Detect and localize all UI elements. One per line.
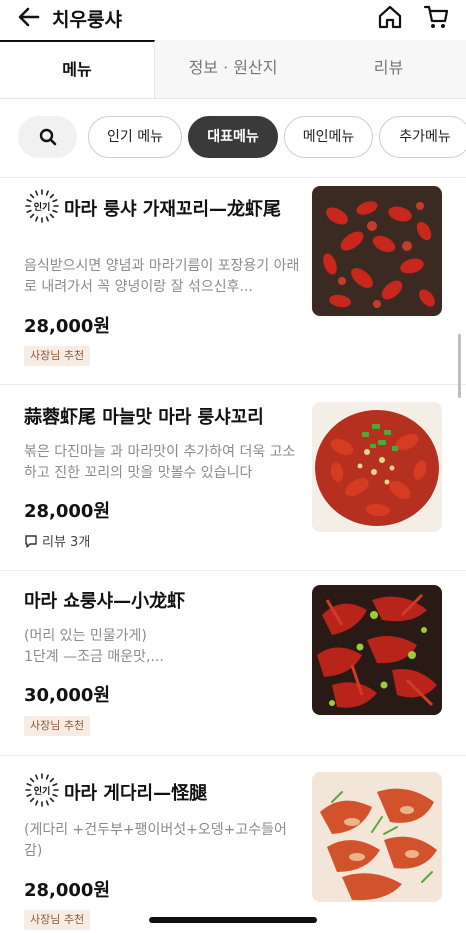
speech-bubble-icon	[25, 535, 37, 548]
home-icon[interactable]	[376, 3, 404, 31]
divider	[0, 384, 466, 385]
owner-recommend-tag: 사장님 추천	[24, 346, 91, 366]
popular-badge-icon: 인기	[25, 189, 59, 223]
top-bar: 치우룽샤	[0, 0, 466, 36]
home-indicator	[149, 917, 317, 923]
menu-item-name: 마라 쇼룽샤—小龙虾	[24, 591, 186, 612]
menu-item-description: (게다리 +건두부+팽이버섯+오뎅+고수들어감)	[24, 822, 287, 859]
garlic-crayfish-tail-photo	[312, 402, 442, 532]
popular-badge-text: 인기	[34, 785, 51, 797]
chip-extra-menu[interactable]: 추가메뉴	[379, 116, 466, 158]
tab-bar: 메뉴 정보 · 원산지 리뷰	[0, 40, 466, 99]
popular-badge-icon: 인기	[25, 773, 59, 807]
chip-popular-menu[interactable]: 인기 메뉴	[88, 116, 182, 158]
menu-item[interactable]: 인기 마라 룽샤 가재꼬리—龙虾尾 음식받으시면 양념과 마라기름이 포장용기 …	[0, 186, 466, 376]
menu-item-description: 볶은 다진마늘 과 마라맛이 추가하여 더욱 고소하고 진한 꼬리의 맛을 맛볼…	[24, 444, 296, 481]
menu-item-price: 28,000원	[24, 880, 111, 901]
category-chips: 인기 메뉴 대표메뉴 메인메뉴 추가메뉴	[0, 112, 466, 164]
search-icon	[39, 128, 57, 146]
review-count[interactable]: 리뷰 3개	[24, 531, 90, 550]
divider	[0, 177, 466, 178]
review-count-label: 리뷰 3개	[42, 535, 91, 550]
cart-icon[interactable]	[422, 3, 450, 31]
chip-signature-menu[interactable]: 대표메뉴	[188, 116, 278, 158]
crayfish-tail-photo	[312, 186, 442, 316]
tab-reviews[interactable]: 리뷰	[311, 40, 466, 98]
menu-item[interactable]: 마라 쇼룽샤—小龙虾 (머리 있는 민물가게) 1단계 —조금 매운맛,... …	[0, 585, 466, 755]
chip-main-menu[interactable]: 메인메뉴	[284, 116, 373, 158]
popular-badge-text: 인기	[34, 201, 51, 213]
tab-info-origin[interactable]: 정보 · 원산지	[155, 40, 311, 98]
scrollbar[interactable]	[458, 334, 461, 398]
menu-item-price: 30,000원	[24, 685, 111, 706]
menu-item[interactable]: 蒜蓉虾尾 마늘맛 마라 룽샤꼬리 볶은 다진마늘 과 마라맛이 추가하여 더욱 …	[0, 402, 466, 562]
page-title: 치우룽샤	[52, 9, 122, 31]
tab-menu[interactable]: 메뉴	[0, 40, 155, 98]
menu-item-name: 마라 게다리—怪腿	[64, 783, 208, 804]
menu-item[interactable]: 인기 마라 게다리—怪腿 (게다리 +건두부+팽이버섯+오뎅+고수들어감) 28…	[0, 770, 466, 933]
whole-crayfish-photo	[312, 585, 442, 715]
arrow-left-icon[interactable]	[16, 4, 42, 30]
divider	[0, 570, 466, 571]
owner-recommend-tag: 사장님 추천	[24, 910, 91, 930]
search-button[interactable]	[18, 116, 77, 158]
owner-recommend-tag: 사장님 추천	[24, 716, 91, 736]
menu-item-price: 28,000원	[24, 316, 111, 337]
crab-leg-photo	[312, 772, 442, 902]
divider	[0, 755, 466, 756]
menu-item-price: 28,000원	[24, 501, 111, 522]
menu-item-description: (머리 있는 민물가게) 1단계 —조금 매운맛,...	[24, 628, 164, 665]
menu-item-description: 음식받으시면 양념과 마라기름이 포장용기 아래로 내려가서 꼭 양녕이랑 잘 …	[24, 258, 300, 295]
menu-item-name: 蒜蓉虾尾 마늘맛 마라 룽샤꼬리	[24, 407, 264, 428]
menu-item-name: 마라 룽샤 가재꼬리—龙虾尾	[64, 199, 282, 220]
